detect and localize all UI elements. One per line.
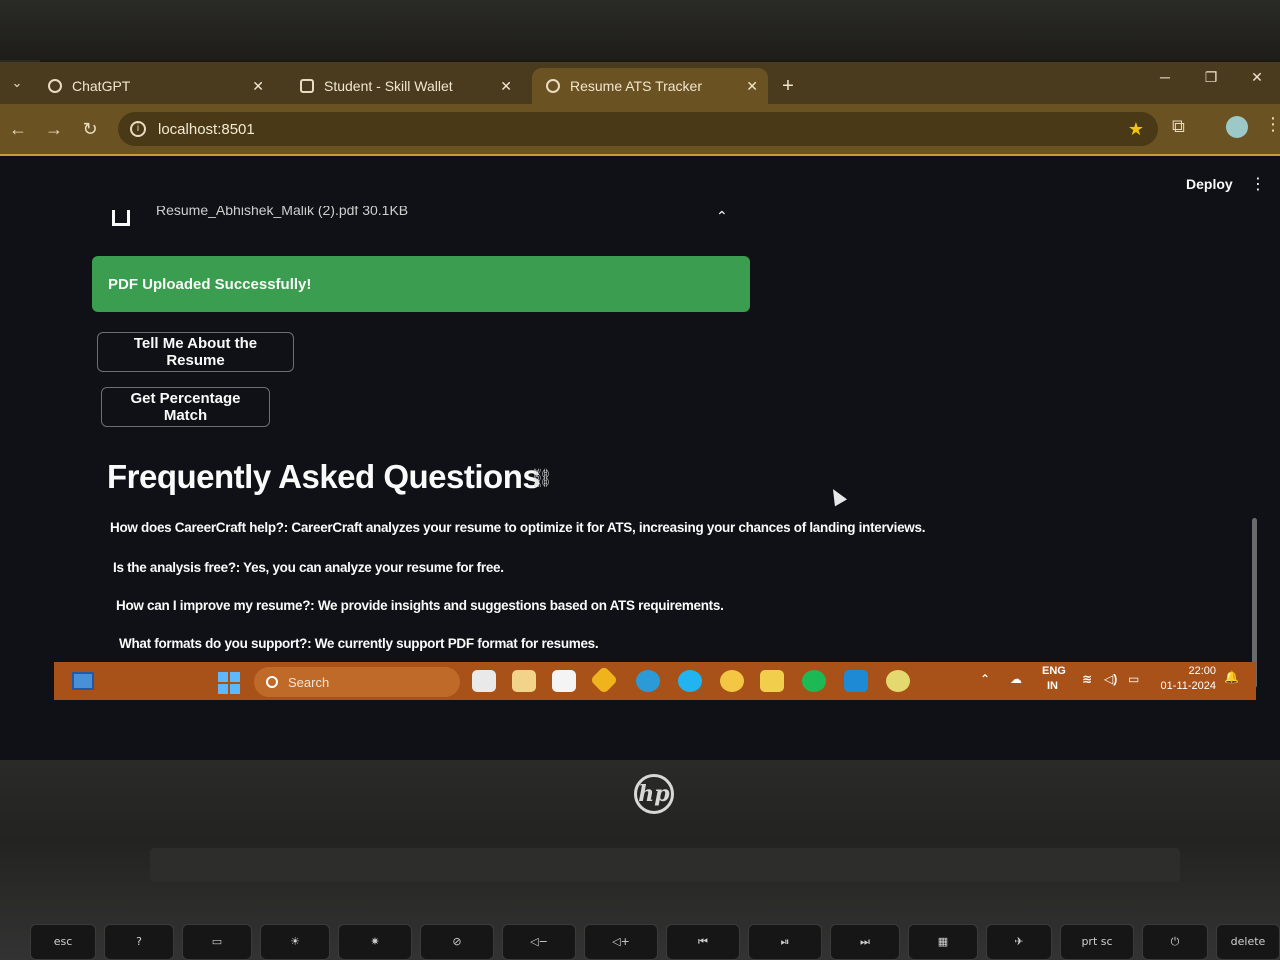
streamlit-crown-icon	[546, 79, 560, 93]
search-placeholder: Search	[288, 674, 330, 690]
tray-overflow-icon[interactable]: ⌃	[980, 672, 990, 686]
app-diamond-icon[interactable]	[589, 665, 619, 695]
file-icon	[112, 210, 130, 226]
edge-icon[interactable]	[636, 670, 660, 692]
f10-key: ⏭	[830, 924, 900, 960]
tell-me-about-resume-button[interactable]: Tell Me About the Resume	[97, 332, 294, 372]
task-view-icon[interactable]	[472, 670, 496, 692]
laptop-hinge	[150, 848, 1180, 882]
anchor-link-icon[interactable]: ⛓	[530, 468, 553, 489]
tab-label: Resume ATS Tracker	[570, 78, 703, 94]
language-indicator[interactable]: ENG	[1042, 665, 1066, 677]
reload-icon[interactable]: ↻	[72, 119, 108, 140]
start-windows-icon[interactable]	[218, 672, 240, 694]
new-tab-button[interactable]: +	[768, 68, 808, 104]
uploaded-file-name: Resume_Abhishek_Malik (2).pdf 30.1KB	[156, 206, 409, 218]
widgets-icon[interactable]	[72, 672, 94, 690]
clock-date: 01-11-2024	[1160, 680, 1216, 692]
profile-avatar[interactable]	[1226, 116, 1248, 138]
laptop-bezel-top	[0, 0, 1280, 60]
browser-menu-icon[interactable]: ⋮	[1264, 114, 1280, 135]
region-indicator[interactable]: IN	[1047, 680, 1058, 692]
forward-icon[interactable]: →	[36, 119, 72, 140]
faq-item: How does CareerCraft help?: CareerCraft …	[110, 520, 926, 535]
close-tab-icon[interactable]: ✕	[746, 78, 758, 95]
f11-key: ▦	[908, 924, 978, 960]
close-window-icon[interactable]: ✕	[1234, 62, 1280, 92]
laptop-screen: ⌄ ChatGPT ✕ Student - Skill Wallet ✕ Res…	[0, 62, 1280, 762]
f4-key: ✷	[338, 924, 412, 960]
back-icon[interactable]: ←	[0, 119, 36, 140]
tab-label: Student - Skill Wallet	[324, 78, 453, 94]
minimize-icon[interactable]: ─	[1142, 62, 1188, 92]
wifi-icon[interactable]: ≋	[1082, 672, 1092, 686]
app-menu-icon[interactable]: ⋮	[1250, 174, 1266, 194]
tab-resume-ats-tracker[interactable]: Resume ATS Tracker ✕	[532, 68, 768, 104]
deploy-button[interactable]: Deploy	[1186, 176, 1233, 192]
f9-key: ⏯	[748, 924, 822, 960]
uploaded-file-row: Resume_Abhishek_Malik (2).pdf 30.1KB ⌃	[100, 206, 740, 232]
spotify-icon[interactable]	[802, 670, 826, 692]
folder-icon[interactable]	[760, 670, 784, 692]
browser-tab-strip: ⌄ ChatGPT ✕ Student - Skill Wallet ✕ Res…	[0, 62, 1280, 104]
site-info-icon[interactable]: i	[130, 121, 146, 137]
power-key: ⏻	[1142, 924, 1208, 960]
store-icon[interactable]	[552, 670, 576, 692]
tab-search-dropdown-icon[interactable]: ⌄	[0, 62, 34, 104]
windows-taskbar: Search ⌃ ☁ ENG IN ≋ ◁) ▭ 22:00 01-11-202…	[54, 662, 1256, 700]
hp-logo: hp	[634, 774, 674, 814]
faq-item: Is the analysis free?: Yes, you can anal…	[113, 560, 504, 575]
clock-time: 22:00	[1188, 665, 1216, 677]
browser-toolbar: ← → ↻ i localhost:8501 ★ ⧉ ⋮	[0, 104, 1280, 154]
faq-item: What formats do you support?: We current…	[119, 636, 599, 651]
delete-key: delete	[1216, 924, 1280, 960]
onedrive-icon[interactable]: ☁	[1010, 672, 1022, 686]
tab-label: ChatGPT	[72, 78, 131, 94]
f12-key: ✈	[986, 924, 1052, 960]
window-controls: ─ ❐ ✕	[1142, 62, 1280, 92]
notifications-icon[interactable]: 🔔	[1224, 670, 1239, 684]
mouse-pointer-icon	[826, 485, 848, 507]
faq-heading: Frequently Asked Questions	[107, 458, 541, 495]
f8-key: ⏮	[666, 924, 740, 960]
collapse-chevron-icon[interactable]: ⌃	[716, 208, 728, 225]
skill-wallet-icon	[300, 79, 314, 93]
get-percentage-match-button[interactable]: Get Percentage Match	[101, 387, 270, 427]
f1-key: ?	[104, 924, 174, 960]
streamlit-app: Deploy ⋮ Resume_Abhishek_Malik (2).pdf 3…	[0, 156, 1280, 722]
address-bar[interactable]: i localhost:8501 ★	[118, 112, 1158, 146]
extensions-icon[interactable]: ⧉	[1172, 116, 1185, 137]
url-text[interactable]: localhost:8501	[158, 121, 255, 138]
volume-icon[interactable]: ◁)	[1104, 672, 1117, 686]
esc-key: esc	[30, 924, 96, 960]
tab-skill-wallet[interactable]: Student - Skill Wallet ✕	[286, 68, 522, 104]
bookmark-star-icon[interactable]: ★	[1128, 119, 1144, 140]
f7-key: ◁+	[584, 924, 658, 960]
f6-key: ◁−	[502, 924, 576, 960]
close-tab-icon[interactable]: ✕	[500, 78, 512, 95]
prtsc-key: prt sc	[1060, 924, 1134, 960]
search-icon	[266, 676, 278, 688]
restore-icon[interactable]: ❐	[1188, 62, 1234, 92]
upload-success-alert: PDF Uploaded Successfully!	[92, 256, 750, 312]
taskbar-search[interactable]: Search	[254, 667, 460, 697]
battery-icon[interactable]: ▭	[1128, 672, 1139, 686]
vscode-icon[interactable]	[844, 670, 868, 692]
app-blue-icon[interactable]	[678, 670, 702, 692]
file-explorer-icon[interactable]	[512, 670, 536, 692]
chrome-icon[interactable]	[720, 670, 744, 692]
chatgpt-icon	[48, 79, 62, 93]
f5-key: ⊘	[420, 924, 494, 960]
faq-item: How can I improve my resume?: We provide…	[116, 598, 724, 613]
close-tab-icon[interactable]: ✕	[252, 78, 264, 95]
chrome-active-icon[interactable]	[886, 670, 910, 692]
tab-chatgpt[interactable]: ChatGPT ✕	[34, 68, 274, 104]
taskbar-clock[interactable]: 22:00 01-11-2024	[1156, 664, 1216, 694]
f3-key: ☀	[260, 924, 330, 960]
f2-key: ▭	[182, 924, 252, 960]
